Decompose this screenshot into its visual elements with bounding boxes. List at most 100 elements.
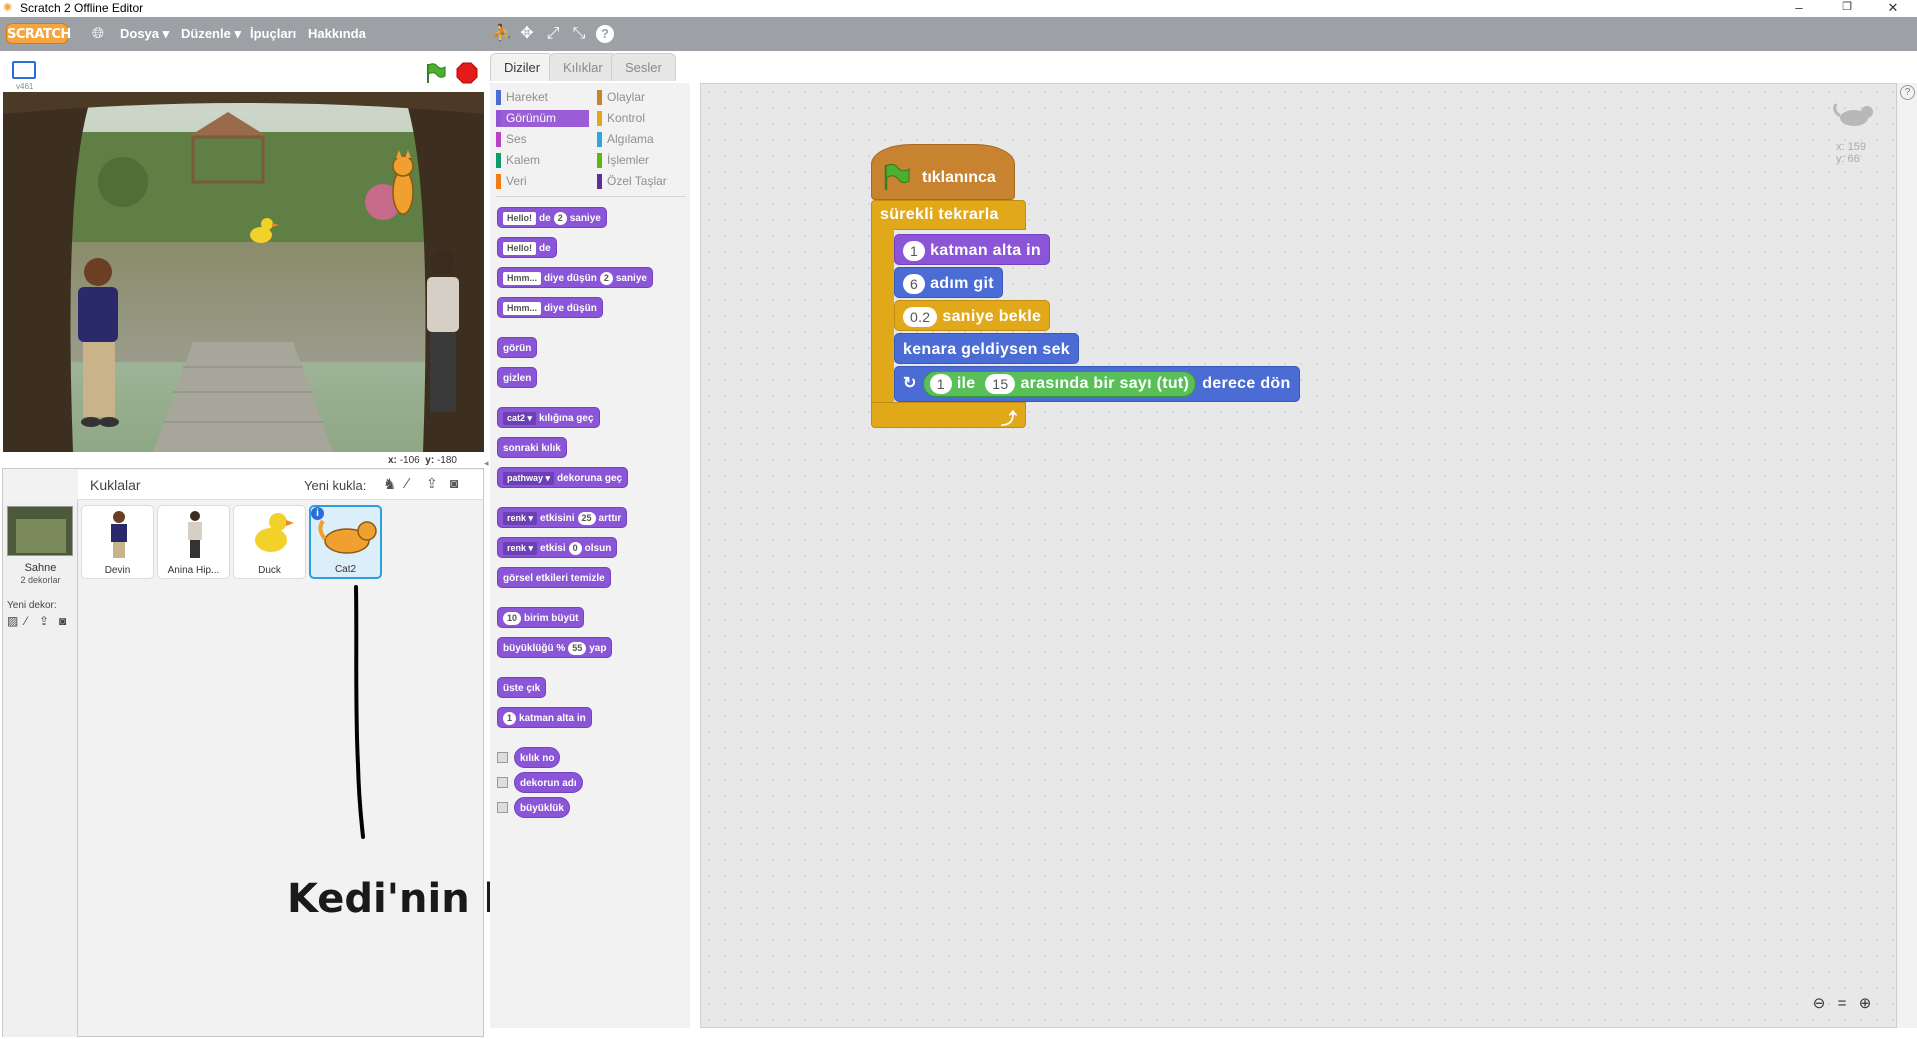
block-bounce-on-edge[interactable]: kenara geldiysen sek <box>894 333 1079 364</box>
forever-block-label: sürekli tekrarla <box>880 206 999 223</box>
block-change-size[interactable]: 10 birim büyüt <box>497 607 585 628</box>
app-icon: ✺ <box>3 2 13 14</box>
loop-arrow-icon: ⤴ <box>1001 411 1018 428</box>
category-events[interactable]: Olaylar <box>597 89 692 106</box>
category-pen[interactable]: Kalem <box>496 152 589 169</box>
reporter-backdrop-name[interactable]: dekorun adı <box>514 772 583 793</box>
block-think[interactable]: Hmm... diye düşün <box>497 297 603 318</box>
forever-block-arm <box>871 229 894 412</box>
menu-tips[interactable]: İpuçları <box>250 26 296 41</box>
stage-header: v461 <box>2 53 484 92</box>
camera-icon[interactable]: ◙ <box>450 475 458 491</box>
category-control[interactable]: Kontrol <box>597 110 692 127</box>
sprite-thumb-anina[interactable]: Anina Hip... <box>157 505 230 579</box>
block-show[interactable]: görün <box>497 337 538 358</box>
category-motion[interactable]: Hareket <box>496 89 589 106</box>
paint-brush-icon[interactable]: ⁄ <box>406 475 409 492</box>
block-set-size[interactable]: büyüklüğü % 55 yap <box>497 637 613 658</box>
window-title: Scratch 2 Offline Editor <box>20 1 144 15</box>
block-go-to-front[interactable]: üste çık <box>497 677 547 698</box>
checkbox-size[interactable] <box>497 802 508 813</box>
fullscreen-icon[interactable] <box>12 61 36 79</box>
tab-sounds[interactable]: Sesler <box>611 53 676 81</box>
block-go-back-layers[interactable]: 1 katman alta in <box>894 234 1050 265</box>
upload-backdrop-icon[interactable]: ⇪ <box>39 614 49 628</box>
zoom-reset-icon[interactable]: = <box>1832 994 1852 1014</box>
category-more-blocks[interactable]: Özel Taşlar <box>597 173 692 190</box>
scratch-logo[interactable]: SCRATCH <box>6 23 71 44</box>
duplicate-icon[interactable]: ⛹ <box>492 24 512 44</box>
sprites-title: Kuklalar <box>90 477 141 493</box>
paint-backdrop-icon[interactable]: ⁄ <box>25 614 27 628</box>
backdrop-library-icon[interactable]: ▨ <box>7 614 18 628</box>
category-operators[interactable]: İşlemler <box>597 152 692 169</box>
hat-block-when-flag-clicked[interactable]: tıklanınca <box>871 144 1015 200</box>
menu-file[interactable]: Dosya ▾ <box>120 26 169 42</box>
sprite-thumb-cat2[interactable]: i Cat2 <box>309 505 382 579</box>
close-icon[interactable]: ✕ <box>1878 0 1908 17</box>
checkbox-costume-number[interactable] <box>497 752 508 763</box>
block-say-for-secs[interactable]: Hello! de 2 saniye <box>497 207 607 228</box>
reporter-costume-number[interactable]: kılık no <box>514 747 561 768</box>
block-go-back-layers[interactable]: 1 katman alta in <box>497 707 592 728</box>
zoom-out-icon[interactable]: ⊖ <box>1809 994 1829 1014</box>
block-wait-secs[interactable]: 0.2 saniye bekle <box>894 300 1051 331</box>
menu-about[interactable]: Hakkında <box>308 26 366 41</box>
stage-canvas[interactable] <box>3 92 484 452</box>
stage-thumbnail[interactable] <box>7 506 73 556</box>
sprite-cat2[interactable] <box>392 150 414 215</box>
reporter-size[interactable]: büyüklük <box>514 797 570 818</box>
help-circle-icon[interactable]: ? <box>1900 85 1915 100</box>
cut-icon[interactable]: ✥ <box>517 24 537 44</box>
block-change-effect[interactable]: renk ▾ etkisini 25 arttır <box>497 507 628 528</box>
forever-block-bottom: ⤴ <box>871 402 1026 428</box>
new-sprite-label: Yeni kukla: <box>304 478 367 493</box>
restore-icon[interactable]: ❐ <box>1832 0 1862 17</box>
sprite-thumb-duck[interactable]: Duck <box>233 505 306 579</box>
turn-cw-icon: ↻ <box>903 375 917 392</box>
zoom-in-icon[interactable]: ⊕ <box>1855 994 1875 1014</box>
block-think-for-secs[interactable]: Hmm... diye düşün 2 saniye <box>497 267 653 288</box>
sprite-name: Cat2 <box>334 564 357 575</box>
stage-label: Sahne <box>24 562 57 574</box>
sprite-info-cat-icon <box>1833 103 1873 126</box>
shrink-icon[interactable]: ⤡ <box>569 24 589 44</box>
block-clear-effects[interactable]: görsel etkileri temizle <box>497 567 611 588</box>
upload-icon[interactable]: ⇪ <box>426 475 438 492</box>
anina-thumbnail-image <box>188 511 202 558</box>
version-label: v461 <box>16 82 34 91</box>
help-icon[interactable]: ? <box>596 25 614 43</box>
sprite-thumb-devin[interactable]: Devin <box>81 505 154 579</box>
devin-thumbnail-image <box>111 511 127 558</box>
green-flag-icon[interactable] <box>424 62 446 84</box>
menu-edit[interactable]: Düzenle ▾ <box>181 26 241 42</box>
category-looks[interactable]: Görünüm <box>496 110 589 127</box>
annotation-line <box>354 585 365 839</box>
minimize-icon[interactable]: – <box>1784 0 1814 17</box>
checkbox-backdrop-name[interactable] <box>497 777 508 788</box>
block-turn-degrees[interactable]: ↻ 1 ile 15 arasında bir sayı (tut) derece dö… <box>894 366 1300 402</box>
block-say[interactable]: Hello! de <box>497 237 557 258</box>
block-switch-backdrop[interactable]: pathway ▾ dekoruna geç <box>497 467 629 488</box>
category-list-right: Olaylar Kontrol Algılama İşlemler Özel T… <box>597 89 692 190</box>
block-switch-costume[interactable]: cat2 ▾ kılığına geç <box>497 407 600 428</box>
block-set-effect[interactable]: renk ▾ etkisi 0 olsun <box>497 537 618 558</box>
pick-random-reporter[interactable]: 1 ile 15 arasında bir sayı (tut) <box>922 370 1197 397</box>
language-globe-icon[interactable]: 🌐︎ <box>88 24 108 44</box>
tab-costumes[interactable]: Kılıklar <box>549 53 617 81</box>
backdrop-count: 2 dekorlar <box>20 575 61 585</box>
grow-icon[interactable]: ⤢ <box>543 24 563 44</box>
cat2-thumbnail-image <box>318 519 377 554</box>
block-hide[interactable]: gizlen <box>497 367 538 388</box>
tab-scripts[interactable]: Diziler <box>490 53 555 81</box>
category-data[interactable]: Veri <box>496 173 589 190</box>
camera-backdrop-icon[interactable]: ◙ <box>59 614 66 628</box>
stop-icon[interactable] <box>456 62 478 84</box>
forever-block-top[interactable]: sürekli tekrarla <box>871 200 1026 230</box>
category-sensing[interactable]: Algılama <box>597 131 692 148</box>
new-backdrop-label: Yeni dekor: <box>7 600 57 611</box>
category-sound[interactable]: Ses <box>496 131 589 148</box>
block-next-costume[interactable]: sonraki kılık <box>497 437 567 458</box>
block-move-steps[interactable]: 6 adım git <box>894 267 1003 298</box>
sprite-library-icon[interactable]: ♞ <box>383 475 396 493</box>
